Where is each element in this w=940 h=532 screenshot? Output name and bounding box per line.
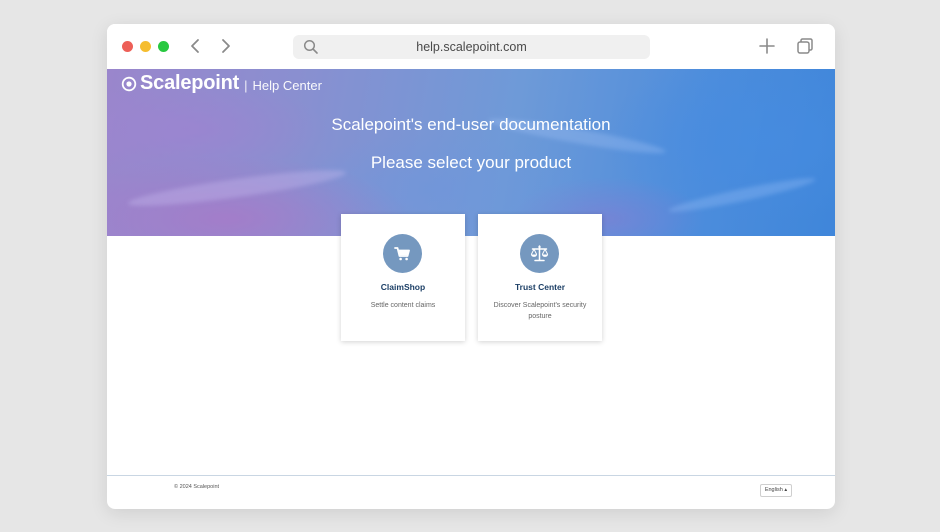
maximize-window-button[interactable] [158, 41, 169, 52]
new-tab-icon[interactable] [758, 37, 776, 55]
copyright-text: © 2024 Scalepoint [174, 484, 220, 490]
hero-title: Scalepoint's end-user documentation [331, 115, 611, 134]
product-description: Discover Scalepoint's security posture [493, 302, 587, 320]
card-icon-circle [520, 234, 559, 273]
help-center-label: Help Center [252, 77, 322, 93]
browser-window: help.scalepoint.com Scalepoint | Help Ce… [107, 24, 835, 509]
browser-toolbar: help.scalepoint.com [107, 24, 835, 69]
hero-subtitle: Please select your product [370, 153, 572, 172]
logo-separator: | [244, 77, 248, 93]
card-icon-circle [383, 234, 422, 273]
close-window-button[interactable] [122, 41, 133, 52]
back-arrow-icon[interactable] [187, 37, 205, 55]
tab-overview-icon[interactable] [796, 37, 814, 55]
forward-arrow-icon[interactable] [216, 37, 234, 55]
product-title: ClaimShop [380, 282, 426, 292]
product-card-trust-center[interactable]: Trust Center Discover Scalepoint's secur… [478, 214, 602, 341]
product-card-claimshop[interactable]: ClaimShop Settle content claims [341, 214, 465, 341]
minimize-window-button[interactable] [140, 41, 151, 52]
hero-texture [667, 173, 817, 217]
scalepoint-logo-icon [121, 76, 137, 91]
product-description: Settle content claims [370, 302, 436, 309]
brand-name: Scalepoint [140, 72, 240, 94]
product-title: Trust Center [514, 282, 566, 292]
page-footer: © 2024 Scalepoint English ▴ [107, 475, 835, 509]
hero-banner: Scalepoint | Help Center Scalepoint's en… [107, 69, 835, 236]
shopping-cart-icon [394, 247, 410, 261]
language-selector[interactable]: English ▴ [760, 484, 792, 497]
site-logo[interactable]: Scalepoint | Help Center [121, 72, 322, 95]
url-text: help.scalepoint.com [416, 40, 527, 54]
balance-scale-icon [530, 245, 549, 262]
address-bar[interactable]: help.scalepoint.com [293, 35, 650, 59]
